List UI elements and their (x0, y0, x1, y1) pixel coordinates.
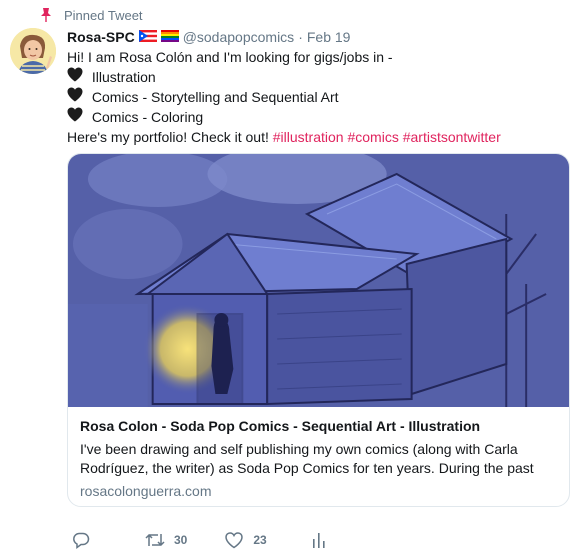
tweet-item-line: Comics - Storytelling and Sequential Art (67, 87, 573, 107)
hashtag-link[interactable]: #artistsontwitter (403, 129, 501, 145)
avatar[interactable] (10, 28, 56, 74)
display-name[interactable]: Rosa-SPC (67, 29, 135, 45)
rainbow-flag-icon (160, 29, 179, 45)
analytics-button[interactable] (311, 531, 327, 549)
like-count: 23 (253, 533, 267, 547)
reply-button[interactable] (72, 531, 90, 549)
card-title: Rosa Colon - Soda Pop Comics - Sequentia… (80, 418, 481, 434)
tweet-item-line: Comics - Coloring (67, 107, 573, 127)
tweet-date[interactable]: Feb 19 (307, 29, 351, 45)
card-description-line: I've been drawing and self publishing my… (80, 441, 518, 457)
reply-icon (73, 532, 90, 549)
portfolio-text: Here's my portfolio! Check it out! (67, 129, 269, 145)
card-body: Rosa Colon - Soda Pop Comics - Sequentia… (68, 407, 569, 501)
like-button[interactable]: 23 (225, 531, 267, 549)
pin-icon (40, 7, 54, 23)
black-heart-icon (67, 67, 83, 82)
black-heart-icon (67, 107, 83, 122)
retweet-button[interactable]: 30 (144, 531, 187, 549)
pinned-tweet-indicator: Pinned Tweet (40, 6, 143, 24)
retweet-icon (145, 533, 165, 547)
card-description-line: Rodríguez, the writer) as Soda Pop Comic… (80, 460, 534, 476)
tweet-item-line: Illustration (67, 67, 573, 87)
tweet-actions: 30 23 (72, 530, 327, 550)
hashtag-link[interactable]: #illustration (273, 129, 344, 145)
tweet-line-intro: Hi! I am Rosa Colón and I'm looking for … (67, 49, 393, 65)
tweet-header: Rosa-SPC @sodapopcomics · Feb 19 (67, 27, 573, 47)
retweet-count: 30 (174, 533, 188, 547)
separator-dot: · (298, 29, 303, 45)
card-illustration[interactable] (68, 154, 569, 407)
user-handle[interactable]: @sodapopcomics (183, 29, 295, 45)
pinned-label: Pinned Tweet (64, 7, 143, 23)
tweet-item: Comics - Storytelling and Sequential Art (91, 89, 339, 105)
tweet-item: Illustration (91, 69, 156, 85)
link-card[interactable]: Rosa Colon - Soda Pop Comics - Sequentia… (67, 153, 570, 507)
puerto-rico-flag-icon (138, 29, 157, 45)
hashtag-link[interactable]: #comics (347, 129, 398, 145)
card-domain: rosacolonguerra.com (80, 483, 212, 499)
tweet[interactable]: Rosa-SPC @sodapopcomics · Feb 19 Hi! I a… (67, 27, 573, 507)
analytics-icon (312, 533, 325, 548)
tweet-line-portfolio: Here's my portfolio! Check it out! #illu… (67, 127, 573, 147)
like-icon (225, 531, 244, 548)
tweet-text: Hi! I am Rosa Colón and I'm looking for … (67, 47, 573, 147)
card-description: I've been drawing and self publishing my… (80, 440, 557, 478)
tweet-item: Comics - Coloring (91, 109, 204, 125)
black-heart-icon (67, 87, 83, 102)
